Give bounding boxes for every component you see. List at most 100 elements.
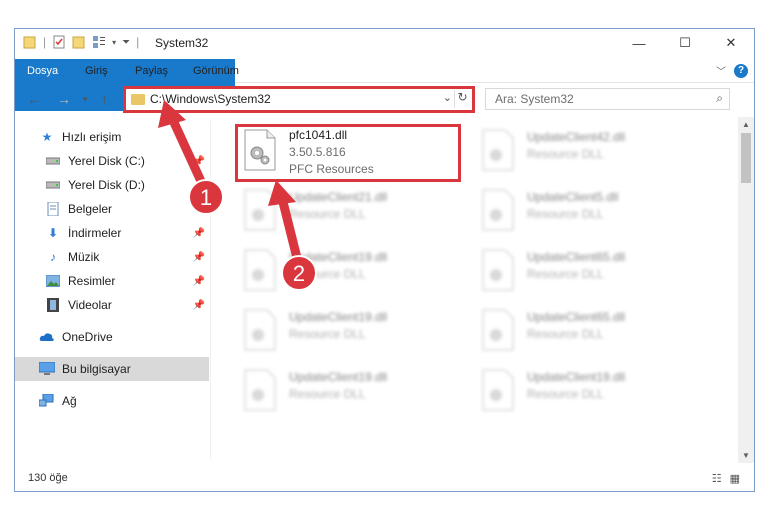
drive-icon: [45, 178, 61, 192]
drive-icon: [45, 154, 61, 168]
search-placeholder: Ara: System32: [495, 92, 574, 106]
download-icon: ⬇: [47, 226, 59, 240]
file-name: UpdateClient21.dll: [289, 190, 388, 204]
customize-qat-icon[interactable]: ⏷: [122, 37, 130, 48]
computer-icon: [39, 362, 55, 376]
file-description: Resource DLL: [527, 207, 604, 221]
address-bar[interactable]: C:\Windows\System32 ⌄ ↻: [123, 86, 475, 113]
dll-file-icon: [244, 369, 276, 411]
explorer-window: | ▾ ⏷ | System32 — ☐ ✕ Dosya Giriş Payla…: [14, 28, 755, 492]
network-icon: [39, 394, 55, 408]
sidebar-item-videos[interactable]: Videolar 📌: [15, 293, 209, 317]
star-icon: ★: [41, 130, 53, 144]
sidebar-item-this-pc[interactable]: Bu bilgisayar: [15, 357, 209, 381]
file-description: Resource DLL: [289, 267, 366, 281]
dll-file-icon: [244, 249, 276, 291]
file-item[interactable]: UpdateClient42.dll Resource DLL: [477, 125, 697, 177]
tab-share[interactable]: Paylaş: [131, 59, 172, 83]
tab-home[interactable]: Giriş: [81, 59, 112, 83]
sidebar-item-label: Resimler: [68, 274, 116, 288]
music-icon: ♪: [50, 250, 56, 264]
large-icons-view-icon[interactable]: ▦: [730, 472, 740, 485]
chevron-down-icon[interactable]: ▾: [112, 38, 116, 47]
expand-ribbon-icon[interactable]: ﹀: [716, 63, 726, 78]
back-icon[interactable]: ←: [27, 91, 41, 107]
cloud-icon: [39, 330, 55, 344]
separator: |: [136, 35, 140, 49]
sidebar-item-local-disk-c[interactable]: Yerel Disk (C:) 📌: [15, 149, 209, 173]
sidebar-item-documents[interactable]: Belgeler: [15, 197, 209, 221]
file-item[interactable]: UpdateClient19.dll Resource DLL: [239, 365, 459, 417]
sidebar-item-network[interactable]: Ağ: [15, 389, 209, 413]
file-item[interactable]: UpdateClient19.dll Resource DLL: [239, 245, 459, 297]
maximize-button[interactable]: ☐: [662, 29, 708, 57]
pictures-icon: [45, 274, 61, 288]
file-item[interactable]: UpdateClient65.dll Resource DLL: [477, 245, 697, 297]
pin-icon[interactable]: 📌: [193, 156, 205, 167]
file-item[interactable]: UpdateClient19.dll Resource DLL: [239, 305, 459, 357]
quick-access-toolbar: | ▾ ⏷ |: [23, 35, 139, 49]
new-folder-icon[interactable]: [72, 35, 86, 49]
sidebar-item-label: Videolar: [68, 298, 112, 312]
sidebar-item-label: Müzik: [68, 250, 100, 264]
sidebar-item-onedrive[interactable]: OneDrive: [15, 325, 209, 349]
sidebar-item-label: Hızlı erişim: [62, 130, 122, 144]
file-name: UpdateClient65.dll: [527, 310, 626, 324]
window-title: System32: [155, 36, 209, 50]
vertical-scrollbar[interactable]: ▲ ▼: [738, 117, 754, 463]
item-count: 130 öğe: [28, 472, 68, 484]
dll-file-icon: [244, 189, 276, 231]
details-view-icon[interactable]: ☷: [712, 472, 722, 485]
up-icon[interactable]: ↑: [101, 91, 108, 107]
sidebar-item-label: Ağ: [62, 394, 77, 408]
pin-icon[interactable]: 📌: [193, 276, 205, 287]
close-button[interactable]: ✕: [708, 29, 754, 57]
forward-icon[interactable]: →: [57, 91, 71, 107]
file-name: UpdateClient42.dll: [527, 130, 626, 144]
pane-splitter[interactable]: [210, 121, 211, 459]
folder-icon: [131, 94, 145, 105]
recent-locations-icon[interactable]: ▾: [83, 94, 88, 105]
documents-icon: [45, 202, 61, 216]
sidebar-item-quick-access[interactable]: ★ Hızlı erişim: [15, 125, 209, 149]
scroll-down-icon[interactable]: ▼: [742, 451, 750, 460]
scroll-up-icon[interactable]: ▲: [742, 120, 750, 129]
file-item[interactable]: UpdateClient21.dll Resource DLL: [239, 185, 459, 237]
dll-file-icon: [482, 369, 514, 411]
minimize-button[interactable]: —: [616, 29, 662, 57]
file-description: Resource DLL: [527, 267, 604, 281]
navigation-pane: ★ Hızlı erişim Yerel Disk (C:) 📌 Yerel D…: [15, 121, 209, 459]
sidebar-item-label: Belgeler: [68, 202, 113, 216]
sidebar-item-pictures[interactable]: Resimler 📌: [15, 269, 209, 293]
file-item[interactable]: UpdateClient65.dll Resource DLL: [477, 305, 697, 357]
file-item[interactable]: UpdateClient5.dll Resource DLL: [477, 185, 697, 237]
address-path[interactable]: C:\Windows\System32: [150, 92, 271, 106]
sidebar-item-music[interactable]: ♪ Müzik 📌: [15, 245, 209, 269]
tab-view[interactable]: Görünüm: [189, 59, 243, 83]
dll-file-icon: [244, 309, 276, 351]
file-name: UpdateClient19.dll: [289, 250, 388, 264]
pin-icon[interactable]: 📌: [193, 252, 205, 263]
search-icon[interactable]: ⌕: [716, 91, 723, 106]
sidebar-item-downloads[interactable]: ⬇ İndirmeler 📌: [15, 221, 209, 245]
refresh-icon[interactable]: ↻: [454, 90, 470, 108]
file-description: Resource DLL: [527, 387, 604, 401]
pin-icon[interactable]: 📌: [193, 300, 205, 311]
help-icon[interactable]: ?: [734, 63, 748, 78]
ribbon-tabs: Dosya Giriş Paylaş Görünüm ﹀ ?: [15, 59, 754, 111]
view-options-icon[interactable]: [92, 35, 106, 49]
pin-icon[interactable]: 📌: [193, 228, 205, 239]
status-bar: 130 öğe ☷ ▦: [15, 467, 754, 491]
scrollbar-thumb[interactable]: [741, 133, 751, 183]
sidebar-item-local-disk-d[interactable]: Yerel Disk (D:): [15, 173, 209, 197]
sidebar-item-label: Yerel Disk (C:): [68, 154, 145, 168]
chevron-down-icon[interactable]: ⌄: [443, 91, 452, 104]
search-input[interactable]: Ara: System32 ⌕: [485, 88, 730, 110]
properties-icon[interactable]: [52, 35, 66, 49]
file-name: UpdateClient19.dll: [289, 310, 388, 324]
title-bar: | ▾ ⏷ | System32 — ☐ ✕: [15, 29, 754, 59]
file-item[interactable]: UpdateClient19.dll Resource DLL: [477, 365, 697, 417]
sidebar-item-label: Bu bilgisayar: [62, 362, 131, 376]
sidebar-item-label: OneDrive: [62, 330, 113, 344]
file-name: UpdateClient19.dll: [289, 370, 388, 384]
